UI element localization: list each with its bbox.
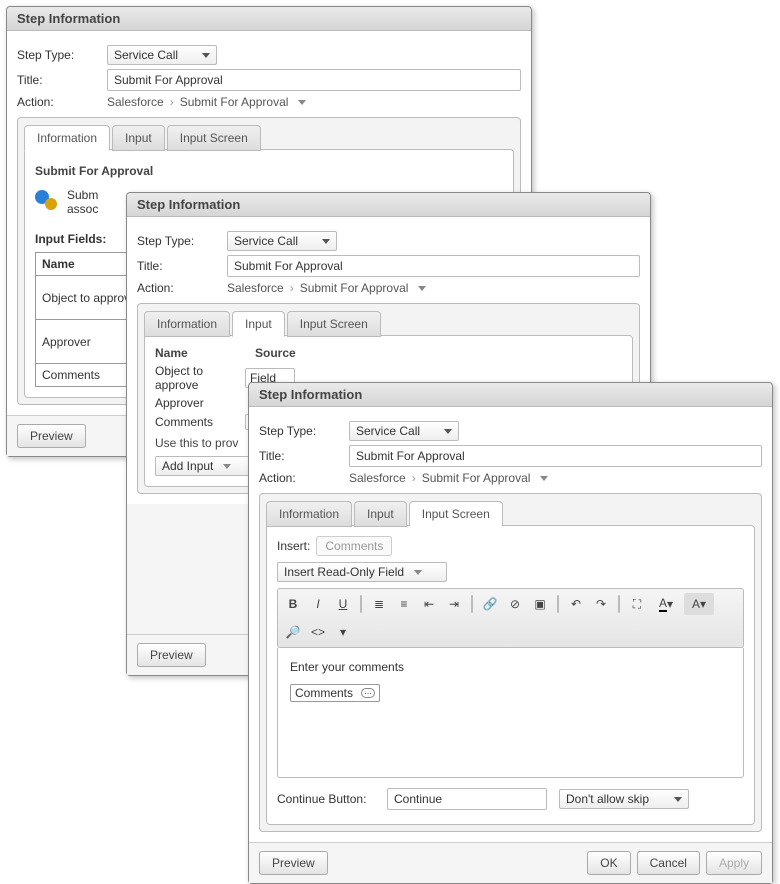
continue-input[interactable]: Continue <box>387 788 547 810</box>
tab-input-screen[interactable]: Input Screen <box>409 501 503 527</box>
rich-text-toolbar: B I U ≣ ≡ ⇤ ⇥ 🔗 ⊘ ▣ ↶ ↷ ⛶ <box>277 588 744 648</box>
action-breadcrumb[interactable]: Salesforce › Submit For Approval <box>349 471 548 485</box>
italic-icon[interactable]: I <box>307 593 329 615</box>
step-type-select[interactable]: Service Call <box>227 231 337 251</box>
insert-label: Insert: <box>277 539 310 553</box>
insert-chip[interactable]: Comments <box>316 536 392 556</box>
action-label: Action: <box>137 281 227 295</box>
caret-down-icon <box>418 286 426 291</box>
step-type-label: Step Type: <box>137 234 227 248</box>
description-text: Subm <box>67 188 98 202</box>
caret-down-icon <box>223 464 231 469</box>
chevron-right-icon: › <box>290 281 294 295</box>
ellipsis-icon[interactable]: ⋯ <box>361 688 375 698</box>
list-number-icon[interactable]: ≡ <box>393 593 415 615</box>
row-label: Comments <box>155 415 245 429</box>
fullscreen-icon[interactable]: ⛶ <box>626 593 648 615</box>
step-type-select[interactable]: Service Call <box>107 45 217 65</box>
step-type-label: Step Type: <box>17 48 107 62</box>
tab-input[interactable]: Input <box>232 311 285 337</box>
step-info-dialog-input-screen: Step Information Step Type: Service Call… <box>248 382 773 884</box>
insert-readonly-dropdown[interactable]: Insert Read-Only Field <box>277 562 447 582</box>
more-icon[interactable]: ▾ <box>332 621 354 643</box>
apply-button[interactable]: Apply <box>706 851 762 875</box>
step-type-label: Step Type: <box>259 424 349 438</box>
underline-icon[interactable]: U <box>332 593 354 615</box>
row-label: Approver <box>155 396 245 410</box>
ok-button[interactable]: OK <box>587 851 630 875</box>
tab-input-screen[interactable]: Input Screen <box>287 311 381 337</box>
dialog-title: Step Information <box>249 383 772 407</box>
action-breadcrumb[interactable]: Salesforce › Submit For Approval <box>227 281 426 295</box>
list-bullet-icon[interactable]: ≣ <box>368 593 390 615</box>
indent-icon[interactable]: ⇥ <box>443 593 465 615</box>
tab-information[interactable]: Information <box>144 311 230 337</box>
source-icon[interactable]: <> <box>307 621 329 643</box>
bg-color-icon[interactable]: A▾ <box>684 593 714 615</box>
editor-label-text: Enter your comments <box>290 660 731 674</box>
tab-information[interactable]: Information <box>266 501 352 527</box>
editor-field-chip[interactable]: Comments ⋯ <box>290 684 380 702</box>
dialog-title: Step Information <box>7 7 531 31</box>
caret-down-icon <box>322 239 330 244</box>
step-type-select[interactable]: Service Call <box>349 421 459 441</box>
bold-icon[interactable]: B <box>282 593 304 615</box>
tab-information[interactable]: Information <box>24 125 110 151</box>
gears-icon <box>35 188 59 212</box>
description-text: assoc <box>67 202 98 216</box>
col-name: Name <box>155 346 235 360</box>
preview-button[interactable]: Preview <box>17 424 86 448</box>
caret-down-icon <box>540 476 548 481</box>
title-input[interactable]: Submit For Approval <box>107 69 521 91</box>
dialog-title: Step Information <box>127 193 650 217</box>
redo-icon[interactable]: ↷ <box>590 593 612 615</box>
section-header: Submit For Approval <box>35 164 503 178</box>
tab-input[interactable]: Input <box>112 125 165 151</box>
caret-down-icon <box>298 100 306 105</box>
find-icon[interactable]: 🔎 <box>282 621 304 643</box>
title-input[interactable]: Submit For Approval <box>227 255 640 277</box>
text-color-icon[interactable]: A▾ <box>651 593 681 615</box>
col-source: Source <box>255 346 296 360</box>
cancel-button[interactable]: Cancel <box>637 851 700 875</box>
action-label: Action: <box>17 95 107 109</box>
chevron-right-icon: › <box>170 95 174 109</box>
title-label: Title: <box>17 73 107 87</box>
image-icon[interactable]: ▣ <box>529 593 551 615</box>
caret-down-icon <box>414 570 422 575</box>
chevron-right-icon: › <box>412 471 416 485</box>
undo-icon[interactable]: ↶ <box>565 593 587 615</box>
action-label: Action: <box>259 471 349 485</box>
tab-input[interactable]: Input <box>354 501 407 527</box>
outdent-icon[interactable]: ⇤ <box>418 593 440 615</box>
title-label: Title: <box>137 259 227 273</box>
tab-input-screen[interactable]: Input Screen <box>167 125 261 151</box>
preview-button[interactable]: Preview <box>259 851 328 875</box>
row-label: Object to approve <box>155 364 245 392</box>
action-breadcrumb[interactable]: Salesforce › Submit For Approval <box>107 95 306 109</box>
unlink-icon[interactable]: ⊘ <box>504 593 526 615</box>
title-input[interactable]: Submit For Approval <box>349 445 762 467</box>
continue-button-label: Continue Button: <box>277 792 387 806</box>
rich-text-editor[interactable]: Enter your comments Comments ⋯ <box>277 648 744 778</box>
link-icon[interactable]: 🔗 <box>479 593 501 615</box>
title-label: Title: <box>259 449 349 463</box>
skip-select[interactable]: Don't allow skip <box>559 789 689 809</box>
caret-down-icon <box>674 797 682 802</box>
caret-down-icon <box>202 53 210 58</box>
caret-down-icon <box>444 429 452 434</box>
preview-button[interactable]: Preview <box>137 643 206 667</box>
